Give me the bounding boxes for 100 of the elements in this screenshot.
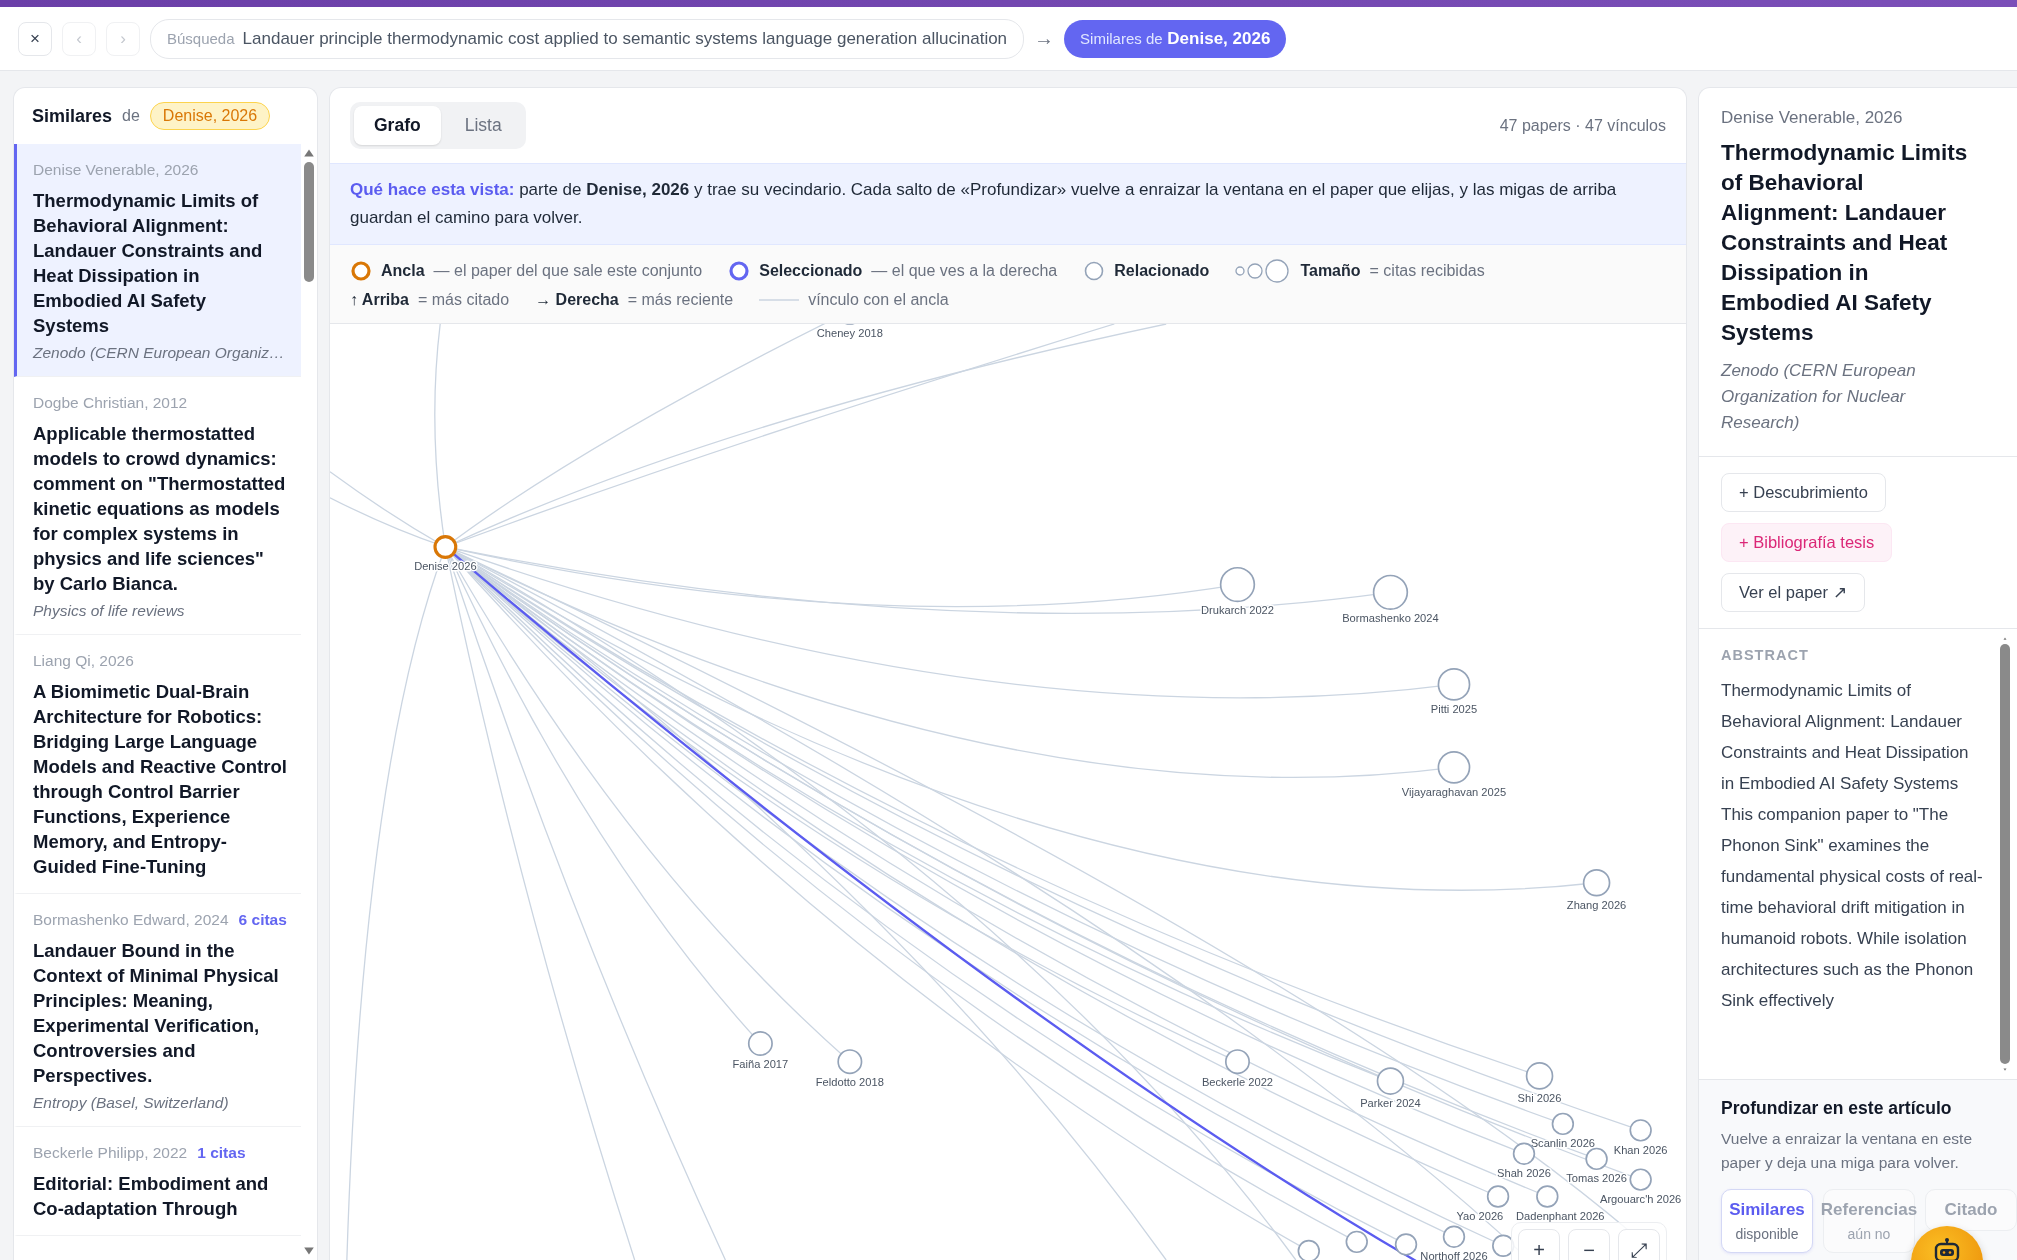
view-tab[interactable]: Grafo <box>354 106 441 145</box>
node-label: Tomas 2026 <box>1566 1172 1627 1185</box>
node-label: Parker 2024 <box>1360 1097 1421 1110</box>
legend-label: Tamaño <box>1300 262 1361 280</box>
legend-description: = citas recibidas <box>1369 262 1485 280</box>
legend-description: = más citado <box>418 291 510 309</box>
node-label: Faiña 2017 <box>732 1058 789 1071</box>
paper-title: A Biomimetic Dual-Brain Architecture for Robotics: Bridging Large Language Models and Reactive Control through Control Barrier Functions, Experience Memory, and Entropy-Guided Fine-Tuning <box>33 680 287 879</box>
abstract-text: Thermodynamic Limits of Behavioral Alignment: Landauer Constraints and Heat Dissipation in Embodied AI Safety Systems This companion paper to "The Phonon Sink" examines the fundamental physical costs of real-time behavioral drift mitigation in humanoid robots. While isolation architectures such as the Phonon Sink effectively <box>1721 680 1983 1012</box>
graph-node[interactable] <box>1345 1230 1368 1254</box>
search-label: Búsqueda <box>167 30 235 47</box>
info-text: Qué hace esta vista: parte de Denise, 2026 y trae su vecindario. Cada salto de «Profundizar» vuelve a enraizar la ventana en el paper que elijas, y las migas de arriba guardan el camino para volver. <box>350 180 1617 227</box>
scroll-thumb[interactable] <box>304 162 314 282</box>
node-label: Shi 2026 <box>1517 1091 1562 1104</box>
node-label: Bormashenko 2024 <box>1342 612 1439 625</box>
node-label: Argouarc'h 2026 <box>1600 1192 1682 1205</box>
node-label: Northoff 2026 <box>1420 1250 1488 1260</box>
anchor-node-icon <box>350 260 372 282</box>
action-button[interactable]: Ver el paper ↗ <box>1721 573 1865 612</box>
node-label: Beckerle 2022 <box>1201 1076 1274 1089</box>
deepen-option[interactable]: Similares disponible <box>1721 1189 1813 1253</box>
graph-node[interactable] <box>1486 1185 1510 1208</box>
author-year: Beckerle Philipp, 2022 <box>33 1143 188 1163</box>
panel-subtitle: de <box>122 107 140 125</box>
node-label: Vijayaraghavan 2025 <box>1401 785 1507 798</box>
section-heading: Profundizar en este artículo <box>1721 1098 1953 1119</box>
paper-title: Editorial: Embodiment and Co-adaptation Through <box>33 1172 270 1221</box>
breadcrumb-button[interactable]: Similares de Denise, 2026 <box>1064 19 1287 58</box>
node-label: Yao 2026 <box>1456 1209 1504 1222</box>
search-field[interactable]: Búsqueda Landauer principle thermodynamic cost applied to semantic systems language generation allucination <box>150 18 1025 59</box>
anchor-tag: Denise, 2026 <box>149 102 271 130</box>
node-label: Khan 2026 <box>1613 1143 1668 1156</box>
zoom-button[interactable]: + <box>1518 1229 1560 1260</box>
result-item[interactable]: Beckerle Philipp, 2022 1 citas Editorial: Embodiment and Co-adaptation Through <box>14 1127 301 1236</box>
graph-count: 47 papers · 47 vínculos <box>1499 116 1666 135</box>
graph-node[interactable] <box>1629 1119 1652 1142</box>
legend-label: Seleccionado <box>759 262 863 280</box>
scroll-down-icon[interactable] <box>303 1246 315 1256</box>
venue-text: Zenodo (CERN European Organiz… <box>33 344 286 362</box>
action-button[interactable]: + Descubrimiento <box>1721 473 1886 512</box>
graph-node[interactable] <box>1551 1112 1575 1136</box>
paper-title: Thermodynamic Limits of Behavioral Alignment: Landauer Constraints and Heat Dissipation in Embodied AI Safety Systems <box>33 189 264 338</box>
author-year: Denise Venerable, 2026 <box>33 160 199 180</box>
author-year: Liang Qi, 2026 <box>33 651 134 671</box>
graph-node[interactable] <box>1219 566 1256 603</box>
section-description: Vuelve a enraizar la ventana en este paper y deja una miga para volver. <box>1721 1129 1974 1173</box>
graph-node[interactable] <box>1437 668 1471 701</box>
result-item[interactable]: Denise Venerable, 2026 Thermodynamic Limits of Behavioral Alignment: Landauer Constraints and Heat Dissipation in Embodied AI Safety Systems Zenodo (CERN European Organiz… <box>14 144 301 377</box>
panel-title: Similares <box>32 105 113 127</box>
graph-node[interactable] <box>1297 1239 1320 1260</box>
graph-node[interactable] <box>837 1049 863 1075</box>
view-tab[interactable]: Lista <box>444 106 522 145</box>
paper-title: Thermodynamic Limits of Behavioral Alignment: Landauer Constraints and Heat Dissipation in Embodied AI Safety Systems <box>1721 139 1969 347</box>
zoom-button[interactable]: ⤢ <box>1618 1229 1660 1260</box>
venue-text: Entropy (Basel, Switzerland) <box>33 1094 230 1112</box>
graph-node[interactable] <box>747 1031 773 1056</box>
graph-node[interactable] <box>1224 1049 1250 1075</box>
legend-description: — el que ves a la derecha <box>871 262 1058 280</box>
node-label: Feldotto 2018 <box>815 1076 884 1089</box>
graph-node[interactable] <box>1394 1233 1418 1256</box>
graph-node[interactable] <box>1372 574 1409 611</box>
scroll-thumb[interactable] <box>2000 644 2010 1064</box>
search-value: Landauer principle thermodynamic cost applied to semantic systems language generation allucination <box>242 28 1008 49</box>
zoom-button[interactable]: − <box>1568 1229 1610 1260</box>
action-button[interactable]: + Bibliografía tesis <box>1721 523 1893 562</box>
citation-count: 1 citas <box>197 1143 246 1163</box>
author-year: Denise Venerable, 2026 <box>1721 108 1904 128</box>
edge-line-icon <box>759 298 800 302</box>
author-year: Bormashenko Edward, 2024 <box>33 910 229 930</box>
result-item[interactable]: Bormashenko Edward, 2024 6 citas Landauer Bound in the Context of Minimal Physical Principles: Meaning, Experimental Verification, Controversies and Perspectives. Entropy (Basel, Switzerland) <box>14 894 301 1127</box>
graph-node[interactable] <box>1582 868 1611 897</box>
graph-node[interactable] <box>1536 1185 1559 1208</box>
node-label: Drukarch 2022 <box>1201 604 1274 617</box>
legend-label: Relacionado <box>1114 262 1210 280</box>
graph-node[interactable] <box>1437 750 1471 784</box>
graph-node[interactable] <box>1629 1168 1652 1191</box>
paper-title: Landauer Bound in the Context of Minimal Physical Principles: Meaning, Experimental Verification, Controversies and Perspectives. <box>33 939 280 1088</box>
size-circles-icon <box>1235 259 1292 283</box>
legend-description: = más reciente <box>627 291 734 309</box>
arrow-text: → <box>1034 27 1055 50</box>
close-button[interactable]: × <box>18 21 52 56</box>
selected-node-icon <box>728 260 751 282</box>
citation-count: 6 citas <box>238 910 287 930</box>
node-label: Dadenphant 2026 <box>1516 1209 1605 1222</box>
legend-label: ↑ Arriba <box>350 291 409 309</box>
venue-text: Physics of life reviews <box>33 602 186 620</box>
legend-description: — el paper del que sale este conjunto <box>433 262 703 280</box>
related-node-icon <box>1083 260 1106 282</box>
scroll-up-icon[interactable] <box>303 148 315 158</box>
legend-label: → Derecha <box>535 291 619 309</box>
section-heading: ABSTRACT <box>1721 647 1810 663</box>
venue-text: Zenodo (CERN European Organization for Nuclear Research) <box>1721 360 1917 434</box>
graph-node[interactable] <box>433 535 458 559</box>
graph-node[interactable] <box>1376 1067 1405 1095</box>
graph-node[interactable] <box>1525 1062 1554 1090</box>
graph-node[interactable] <box>1585 1147 1608 1171</box>
node-label: Scanlin 2026 <box>1530 1137 1596 1150</box>
graph-node[interactable] <box>1442 1225 1466 1248</box>
legend-label: Ancla <box>381 262 425 280</box>
node-label: Pitti 2025 <box>1430 702 1478 715</box>
